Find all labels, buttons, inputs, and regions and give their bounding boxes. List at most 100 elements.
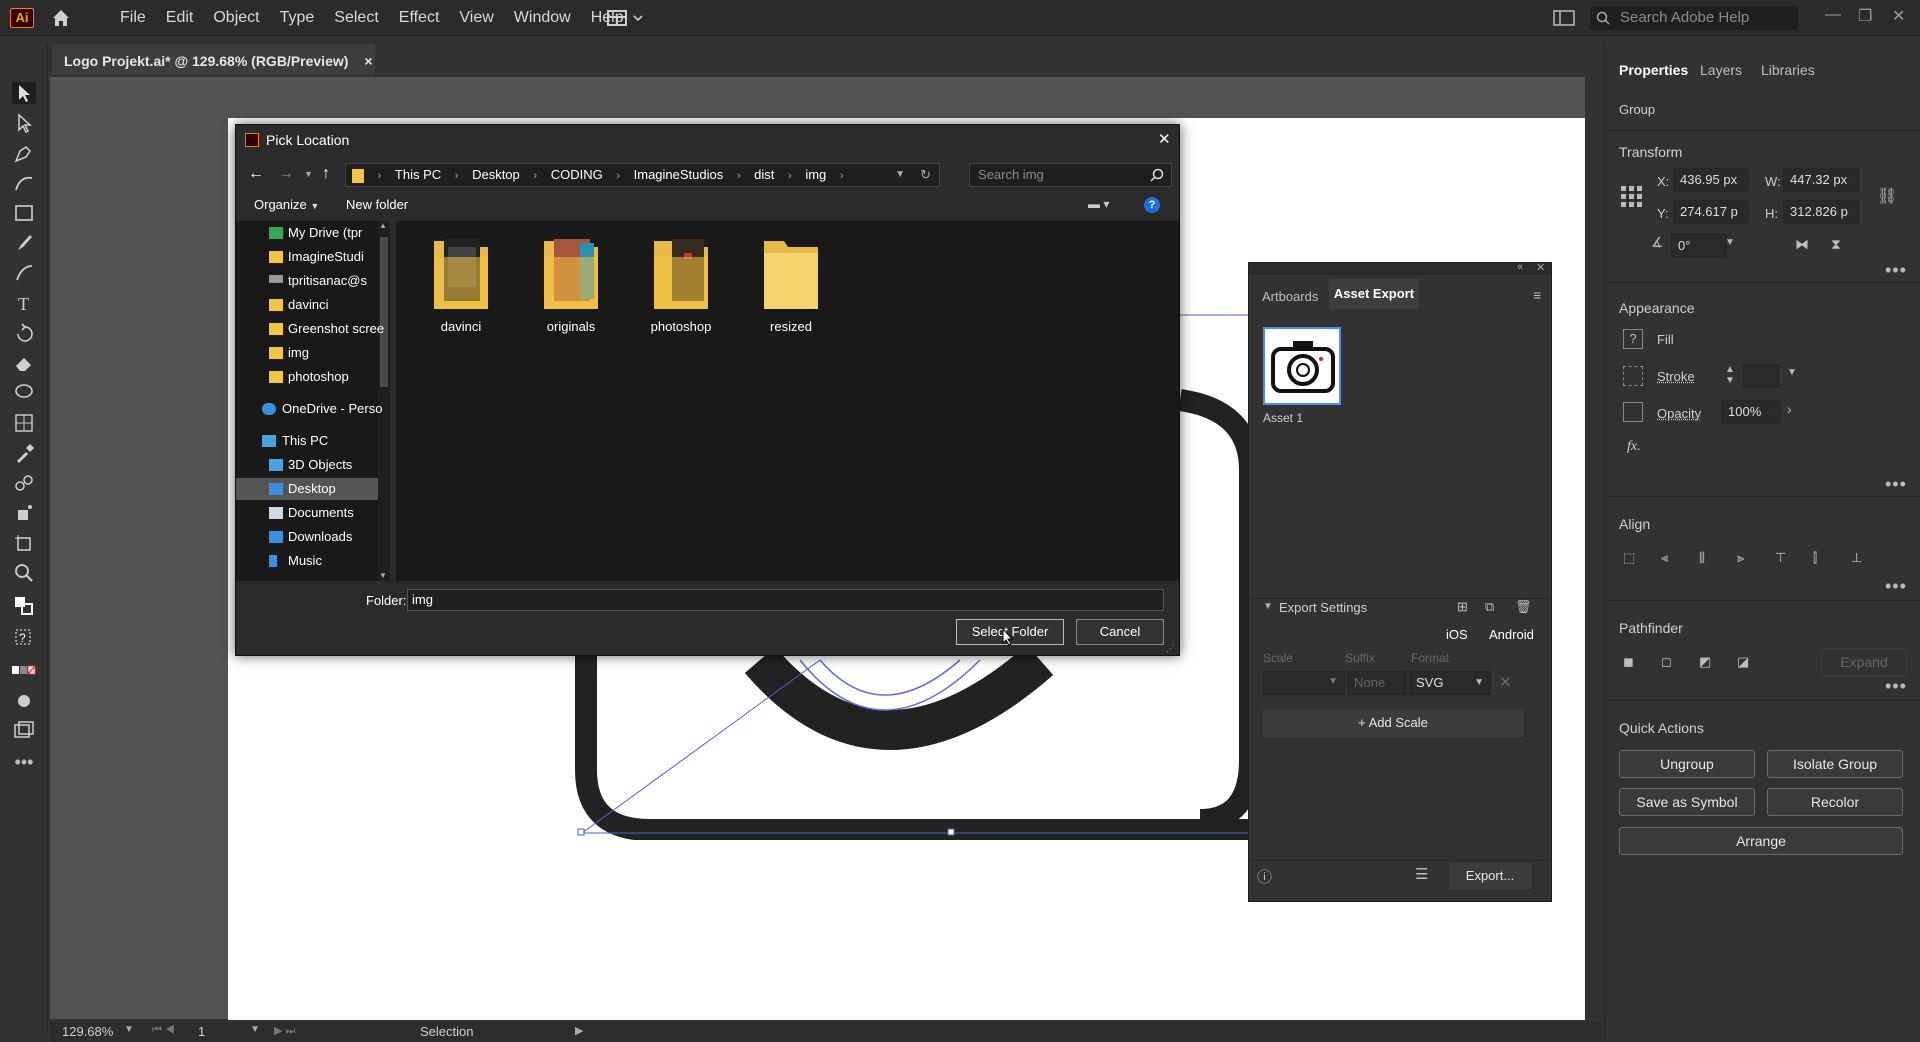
rotate-tool-icon[interactable] — [12, 322, 36, 344]
fill-stroke-swatch-icon[interactable] — [12, 594, 36, 616]
nav-item-downloads[interactable]: Downloads — [288, 526, 388, 548]
direct-selection-tool-icon[interactable] — [12, 112, 36, 134]
help-icon[interactable]: ? — [1144, 197, 1160, 213]
color-none-icon[interactable] — [12, 660, 36, 682]
last-artboard-icon[interactable]: ▶ ⏭ — [274, 1024, 295, 1038]
ungroup-button[interactable]: Ungroup — [1619, 750, 1755, 778]
isolate-group-button[interactable]: Isolate Group — [1767, 750, 1903, 778]
nav-item-this-pc[interactable]: This PC — [282, 430, 382, 452]
exclude-icon[interactable]: ◪ — [1737, 654, 1759, 676]
pen-tool-icon[interactable] — [12, 142, 36, 164]
up-arrow-icon[interactable]: ↑ — [322, 165, 330, 183]
nav-item-music[interactable]: Music — [288, 550, 388, 572]
opacity-label[interactable]: Opacity — [1657, 406, 1701, 421]
close-dialog-icon[interactable]: ✕ — [1158, 130, 1171, 148]
recolor-button[interactable]: Recolor — [1767, 788, 1903, 816]
menu-window[interactable]: Window — [504, 9, 581, 27]
resize-grip-icon[interactable]: ⋰ — [1166, 643, 1175, 654]
constrain-proportions-icon[interactable]: ⛓ — [1877, 186, 1899, 208]
folder-input[interactable]: img — [407, 589, 1164, 611]
cancel-button[interactable]: Cancel — [1076, 619, 1164, 645]
minus-front-icon[interactable]: ◻ — [1661, 654, 1683, 676]
pencil-tool-icon[interactable] — [12, 262, 36, 284]
height-input[interactable]: 312.826 p — [1783, 200, 1859, 224]
breadcrumb-desktop[interactable]: Desktop — [472, 164, 520, 186]
align-vertical-center-icon[interactable]: ⫿ — [1813, 550, 1835, 572]
artboard-tool-icon[interactable] — [12, 532, 36, 554]
nav-item-img[interactable]: img — [288, 342, 388, 364]
flip-horizontal-icon[interactable]: ⧓ — [1795, 236, 1817, 258]
more-options-icon[interactable]: ••• — [1885, 260, 1907, 281]
dialog-search-input[interactable]: Search img — [969, 163, 1172, 187]
align-horizontal-center-icon[interactable]: ⫼ — [1699, 550, 1721, 572]
breadcrumb-this-pc[interactable]: This PC — [395, 164, 441, 186]
view-options-icon[interactable]: ▬ ▾ — [1088, 197, 1109, 211]
menu-select[interactable]: Select — [324, 9, 388, 27]
paintbrush-tool-icon[interactable] — [12, 232, 36, 254]
screen-mode-icon[interactable] — [12, 690, 36, 712]
back-arrow-icon[interactable]: ← — [248, 165, 264, 183]
more-options-icon[interactable]: ••• — [1885, 576, 1907, 597]
type-tool-icon[interactable]: T — [12, 292, 36, 314]
asset-thumbnail[interactable] — [1263, 327, 1341, 405]
search-help-input[interactable]: Search Adobe Help — [1590, 6, 1798, 30]
organize-menu[interactable]: Organize ▼ — [254, 197, 319, 212]
nav-item-3d-objects[interactable]: 3D Objects — [288, 454, 388, 476]
flip-vertical-icon[interactable]: ⧗ — [1831, 236, 1853, 258]
chevron-down-icon[interactable]: ▼ — [1725, 237, 1735, 248]
curvature-tool-icon[interactable] — [12, 172, 36, 194]
close-window-icon[interactable]: ✕ — [1892, 6, 1905, 26]
align-to-icon[interactable]: ⬚ — [1623, 550, 1645, 572]
more-options-icon[interactable]: ••• — [1885, 474, 1907, 495]
mesh-tool-icon[interactable] — [12, 412, 36, 434]
panel-toggle-icon[interactable] — [1553, 9, 1575, 27]
breadcrumb-dist[interactable]: dist — [754, 164, 774, 186]
arrange-button[interactable]: Arrange — [1619, 827, 1903, 855]
change-screen-mode-icon[interactable] — [12, 720, 36, 742]
eraser-tool-icon[interactable] — [12, 352, 36, 374]
chevron-down-icon[interactable]: ▼ — [1263, 601, 1273, 612]
menu-type[interactable]: Type — [270, 9, 325, 27]
forward-arrow-icon[interactable]: → — [278, 165, 294, 183]
format-select[interactable]: SVG ▼ — [1409, 671, 1491, 695]
minimize-window-icon[interactable]: — — [1825, 6, 1841, 24]
add-icon[interactable]: ⊞ — [1457, 599, 1468, 615]
align-bottom-icon[interactable]: ⊥ — [1851, 550, 1873, 572]
folder-item-originals[interactable]: originals — [526, 233, 616, 334]
intersect-icon[interactable]: ◩ — [1699, 654, 1721, 676]
rectangle-tool-icon[interactable] — [12, 202, 36, 224]
refresh-icon[interactable]: ↻ — [920, 164, 931, 186]
rotate-input[interactable]: 0° — [1671, 234, 1727, 258]
more-tools-icon[interactable]: ••• — [12, 753, 36, 778]
folder-item-resized[interactable]: resized — [746, 233, 836, 334]
info-icon[interactable]: ⓘ — [1257, 866, 1272, 887]
document-tab[interactable]: Logo Projekt.ai* @ 129.68% (RGB/Preview)… — [52, 44, 375, 75]
duplicate-icon[interactable]: ⧉ — [1485, 599, 1494, 615]
panel-menu-icon[interactable]: ≡ — [1533, 287, 1541, 303]
reference-point-icon[interactable] — [1619, 184, 1645, 210]
expand-button[interactable]: Expand — [1821, 648, 1907, 676]
close-tab-icon[interactable]: × — [364, 53, 372, 69]
breadcrumb-coding[interactable]: CODING — [551, 164, 603, 186]
selection-tool-icon[interactable] — [12, 82, 36, 104]
lasso-tool-icon[interactable] — [12, 382, 36, 404]
tab-properties[interactable]: Properties — [1619, 62, 1688, 78]
scale-select[interactable]: ▼ — [1263, 671, 1345, 695]
android-preset[interactable]: Android — [1489, 627, 1534, 642]
chevron-down-icon[interactable]: ▼ — [124, 1024, 134, 1035]
tab-libraries[interactable]: Libraries — [1761, 62, 1815, 78]
nav-item-my-drive[interactable]: My Drive (tpr — [288, 222, 388, 244]
remove-scale-icon[interactable]: ✕ — [1499, 673, 1512, 691]
zoom-level[interactable]: 129.68% — [62, 1024, 113, 1039]
artboard-number[interactable]: 1 — [198, 1024, 205, 1039]
nav-item-network-drive[interactable]: tpritisanac@s — [288, 270, 388, 292]
status-menu-icon[interactable]: ▶ — [575, 1024, 583, 1037]
suffix-input[interactable]: None — [1347, 671, 1407, 695]
workspace-switcher-icon[interactable] — [606, 9, 646, 27]
nav-item-onedrive[interactable]: OneDrive - Persor — [282, 398, 382, 420]
chevron-right-icon[interactable]: › — [1787, 401, 1792, 417]
x-input[interactable]: 436.95 px — [1673, 168, 1749, 192]
fx-icon[interactable]: fx. — [1627, 439, 1641, 455]
asset-name[interactable]: Asset 1 — [1263, 411, 1303, 425]
nav-item-greenshot[interactable]: Greenshot scree — [288, 318, 388, 340]
